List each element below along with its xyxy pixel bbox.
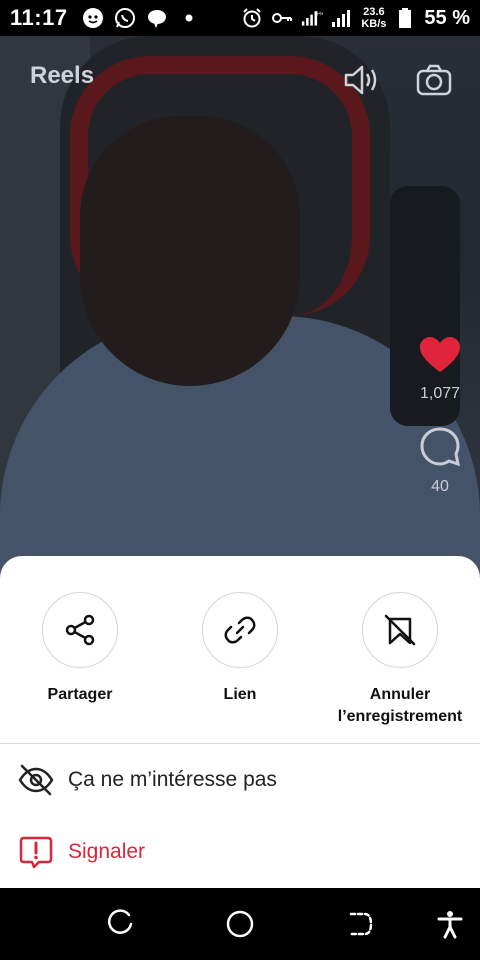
side-actions: 1,077 40 (410, 336, 470, 496)
unsave-label: Annuler l’enregistrement (337, 686, 463, 725)
link-icon (224, 616, 256, 644)
battery-icon (394, 7, 416, 29)
video-dim-overlay (0, 36, 480, 576)
back-icon[interactable] (342, 906, 378, 942)
reel-video[interactable]: Reels 1,077 40 (0, 36, 480, 576)
navigation-bar (0, 888, 480, 960)
accessibility-icon[interactable] (432, 906, 468, 942)
unsave-button[interactable] (362, 592, 438, 668)
options-bottom-sheet: Partager Lien Annuler l’enregistrement Ç… (0, 556, 480, 888)
eye-off-icon (18, 762, 54, 798)
share-label: Partager (47, 686, 113, 703)
unsave-option[interactable]: Annuler l’enregistrement (330, 592, 470, 728)
camera-icon[interactable] (414, 60, 454, 100)
alarm-icon (241, 7, 263, 29)
home-icon[interactable] (222, 906, 258, 942)
not-interested-label: Ça ne m’intéresse pas (68, 768, 277, 791)
system-status-icons: H+ 23.6 KB/s 55 % (241, 6, 470, 30)
signal-icon: H+ (301, 7, 323, 29)
network-speed-value: 23.6 (363, 6, 385, 18)
comment-count: 40 (431, 478, 449, 495)
report-icon (18, 834, 54, 870)
key-icon (271, 7, 293, 29)
signal-2-icon (331, 7, 353, 29)
recents-icon[interactable] (102, 906, 138, 942)
link-option[interactable]: Lien (170, 592, 310, 706)
svg-text:H+: H+ (317, 11, 323, 17)
like-count: 1,077 (419, 385, 461, 402)
notification-icons (82, 7, 200, 29)
chat-bubble-icon (146, 7, 168, 29)
comment-icon[interactable] (419, 427, 461, 472)
share-button[interactable] (42, 592, 118, 668)
dot-icon (178, 7, 200, 29)
link-button[interactable] (202, 592, 278, 668)
divider (0, 743, 480, 744)
report-label: Signaler (68, 840, 146, 863)
status-time: 11:17 (10, 5, 68, 30)
page-title: Reels (30, 62, 95, 89)
not-interested-item[interactable]: Ça ne m’intéresse pas (0, 750, 480, 810)
link-label: Lien (223, 686, 257, 703)
share-option[interactable]: Partager (10, 592, 150, 706)
share-options-row: Partager Lien Annuler l’enregistrement (0, 592, 480, 732)
unsave-icon (384, 614, 416, 646)
whatsapp-icon (114, 7, 136, 29)
network-speed: 23.6 KB/s (361, 6, 386, 30)
like-heart-icon[interactable] (419, 336, 461, 379)
battery-level: 55 % (424, 6, 470, 29)
notification-face-icon (82, 7, 104, 29)
volume-icon[interactable] (342, 60, 382, 100)
report-item[interactable]: Signaler (0, 822, 480, 882)
status-bar: 11:17 H+ 23.6 KB/s (0, 0, 480, 36)
share-icon (65, 614, 95, 646)
network-speed-unit: KB/s (361, 18, 387, 30)
